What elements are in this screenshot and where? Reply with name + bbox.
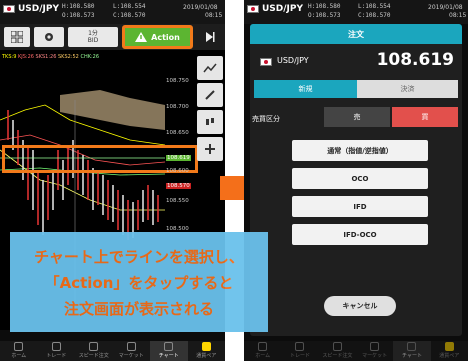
bid-price-tag: 108.570 — [166, 183, 191, 189]
order-type-ifd-oco[interactable]: IFD-OCO — [292, 224, 428, 245]
tab-trade[interactable]: トレード — [38, 341, 76, 361]
draw-tool[interactable] — [197, 83, 223, 107]
chart-icon — [164, 342, 174, 351]
action-label: Action — [151, 32, 180, 42]
action-button[interactable]: Action — [122, 25, 193, 49]
trade-icon — [51, 342, 61, 351]
callout-line-2: 「Action」をタップすると — [44, 274, 234, 292]
cancel-button[interactable]: キャンセル — [324, 296, 396, 316]
callout-line-3: 注文画面が表示される — [63, 300, 214, 318]
globe-icon — [370, 342, 380, 351]
order-price: 108.619 — [376, 50, 454, 70]
line-chart-icon — [203, 63, 217, 73]
line-chart-tool[interactable] — [197, 56, 223, 80]
timeframe-button[interactable]: 1分 BID — [68, 27, 118, 47]
grid-button[interactable] — [4, 27, 30, 47]
flag-icon — [247, 5, 259, 13]
tab-home[interactable]: ホーム — [244, 341, 281, 361]
high-price: H:108.580 — [62, 3, 95, 10]
instruction-callout: チャート上でラインを選択し、 「Action」をタップすると 注文画面が表示され… — [10, 232, 268, 332]
order-type-oco[interactable]: OCO — [292, 168, 428, 189]
date-label: 2019/01/08 — [428, 4, 463, 11]
buy-button[interactable]: 買 — [392, 107, 458, 127]
low-price: L:108.554 — [113, 3, 146, 10]
close-price: C:108.570 — [113, 12, 146, 19]
sell-button[interactable]: 売 — [324, 107, 390, 127]
dialog-title: 注文 — [250, 24, 462, 44]
currency-pair: USD/JPY — [262, 4, 304, 14]
plus-icon — [205, 144, 215, 154]
tab-currency-pair[interactable]: 通貨ペア — [431, 341, 468, 361]
drawing-tools — [197, 56, 225, 164]
order-screen: USD/JPY H:108.580 O:108.573 L:108.554 C:… — [244, 0, 468, 361]
triangle-icon — [135, 32, 148, 42]
time-label: 08:15 — [205, 12, 223, 19]
speed-icon — [332, 342, 342, 351]
current-price-tag: 108.619 — [166, 155, 191, 161]
tab-market[interactable]: マーケット — [356, 341, 393, 361]
chart-icon — [407, 342, 417, 351]
trade-type-label: 売買区分 — [252, 115, 280, 123]
tab-speed-order[interactable]: スピード注文 — [319, 341, 356, 361]
tab-settlement[interactable]: 決済 — [357, 80, 458, 98]
close-price: C:108.570 — [358, 12, 391, 19]
pencil-icon — [205, 90, 215, 100]
speed-icon — [89, 342, 99, 351]
home-icon — [258, 342, 268, 351]
date-label: 2019/01/08 — [183, 4, 218, 11]
tab-market[interactable]: マーケット — [113, 341, 151, 361]
order-type-ifd[interactable]: IFD — [292, 196, 428, 217]
currency-icon — [201, 342, 211, 351]
play-icon — [206, 32, 215, 42]
tab-chart[interactable]: チャート — [150, 341, 188, 361]
tab-speed-order[interactable]: スピード注文 — [75, 341, 113, 361]
candlestick-icon — [206, 118, 214, 125]
timeframe-value: 1分 — [88, 30, 98, 37]
time-label: 08:15 — [449, 12, 467, 19]
bottom-tab-bar: ホーム トレード スピード注文 マーケット チャート 通貨ペア — [244, 341, 468, 361]
trade-icon — [295, 342, 305, 351]
gear-icon — [45, 33, 53, 41]
currency-pair: USD/JPY — [18, 4, 60, 14]
candle-tool[interactable] — [197, 110, 223, 134]
currency-icon — [444, 342, 454, 351]
callout-line-1: チャート上でラインを選択し、 — [34, 248, 244, 266]
open-price: O:108.573 — [308, 12, 341, 19]
bottom-tab-bar: ホーム トレード スピード注文 マーケット チャート 通貨ペア — [0, 341, 225, 361]
flag-icon — [3, 5, 15, 13]
settings-button[interactable] — [34, 27, 64, 47]
order-pair: USD/JPY — [277, 56, 309, 65]
flag-icon — [260, 58, 272, 66]
open-price: O:108.573 — [62, 12, 95, 19]
order-type-normal[interactable]: 通常（指値/逆指値） — [292, 140, 428, 161]
tab-chart[interactable]: チャート — [393, 341, 431, 361]
timeframe-label: BID — [87, 37, 99, 44]
high-price: H:108.580 — [308, 3, 341, 10]
tab-new-order[interactable]: 新規 — [254, 80, 357, 98]
play-button[interactable] — [199, 27, 221, 47]
low-price: L:108.554 — [358, 3, 391, 10]
globe-icon — [126, 342, 136, 351]
home-icon — [14, 342, 24, 351]
tab-trade[interactable]: トレード — [281, 341, 318, 361]
quote-header: USD/JPY H:108.580 O:108.573 L:108.554 C:… — [244, 0, 468, 24]
tab-currency-pair[interactable]: 通貨ペア — [188, 341, 226, 361]
tab-home[interactable]: ホーム — [0, 341, 38, 361]
grid-icon — [11, 31, 23, 43]
quote-header: USD/JPY H:108.580 O:108.573 L:108.554 C:… — [0, 0, 225, 24]
order-dialog: 注文 USD/JPY 108.619 新規 決済 売買区分 売 買 通常（指値/… — [250, 24, 462, 336]
